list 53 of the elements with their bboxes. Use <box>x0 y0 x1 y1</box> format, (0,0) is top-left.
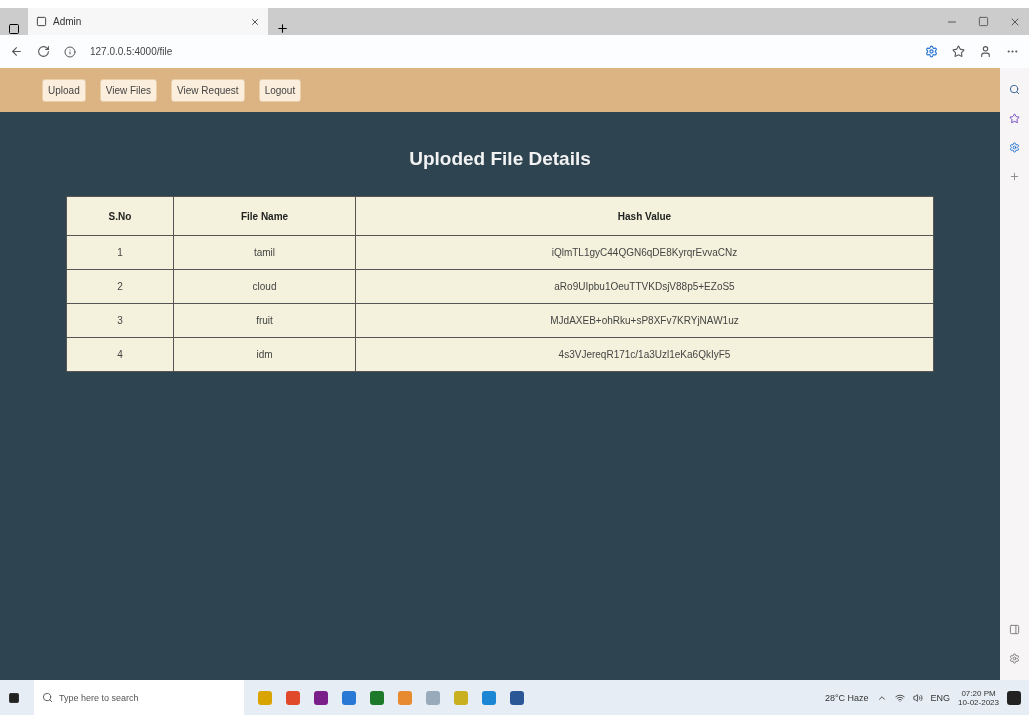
close-icon[interactable] <box>250 16 260 27</box>
browser-tab[interactable]: Admin <box>28 8 268 35</box>
clock-time[interactable]: 07:20 PM <box>961 688 996 698</box>
taskbar-search-field[interactable]: Type here to search <box>34 680 244 715</box>
nav-button[interactable]: Upload <box>42 78 86 102</box>
extension-icon[interactable] <box>925 45 938 58</box>
add-icon[interactable] <box>1009 171 1020 182</box>
wifi-icon[interactable] <box>894 692 905 703</box>
table-cell: 2 <box>66 269 174 304</box>
table-cell: iQlmTL1gyC44QGN6qDE8KyrqrEvvaCNz <box>355 235 934 270</box>
table-cell: fruit <box>173 303 356 338</box>
table-cell: 4 <box>66 337 174 372</box>
reload-icon[interactable] <box>37 45 50 58</box>
column-header: S.No <box>66 196 174 236</box>
info-icon[interactable] <box>64 45 76 58</box>
nav-button[interactable]: View Files <box>99 78 158 102</box>
table-cell: 3 <box>66 303 174 338</box>
profile-icon[interactable] <box>979 45 992 58</box>
volume-icon[interactable] <box>912 692 923 703</box>
address-field[interactable]: 127.0.0.5:4000/file <box>90 46 173 57</box>
table-cell: MJdAXEB+ohRku+sP8XFv7KRYjNAW1uz <box>355 303 934 338</box>
tab-actions-icon[interactable] <box>8 23 20 35</box>
table-cell: tamil <box>173 235 356 270</box>
settings-icon[interactable] <box>1009 653 1020 664</box>
page-icon <box>36 16 47 27</box>
table-cell: idm <box>173 337 356 372</box>
page-title: Uploded File Details <box>409 148 591 170</box>
back-icon[interactable] <box>10 45 23 58</box>
search-icon <box>42 692 53 703</box>
table-cell: 4s3VJereqR171c/1a3Uzl1eKa6QkIyF5 <box>355 337 934 372</box>
table-cell: cloud <box>173 269 356 304</box>
app-icon[interactable] <box>510 690 524 705</box>
nav-button[interactable]: View Request <box>171 78 245 102</box>
gear-icon[interactable] <box>1009 142 1020 153</box>
nav-button[interactable]: Logout <box>258 78 302 102</box>
clock-date[interactable]: 10-02-2023 <box>958 697 999 707</box>
column-header: File Name <box>173 196 356 236</box>
language-text[interactable]: ENG <box>930 692 951 703</box>
app-icon[interactable] <box>342 690 356 705</box>
app-icon[interactable] <box>286 690 300 705</box>
app-icon[interactable] <box>370 690 384 705</box>
sidebar-icon[interactable] <box>1009 624 1020 635</box>
column-header: Hash Value <box>355 196 934 236</box>
app-icon[interactable] <box>314 690 328 705</box>
table-cell: aRo9UIpbu1OeuTTVKDsjV88p5+EZoS5 <box>355 269 934 304</box>
search-icon[interactable] <box>1009 84 1020 95</box>
weather-text[interactable]: 28°C Haze <box>824 692 869 703</box>
app-icon[interactable] <box>482 690 496 705</box>
star-icon[interactable] <box>1009 113 1020 124</box>
favorite-icon[interactable] <box>952 45 965 58</box>
table-cell: 1 <box>66 235 174 270</box>
maximize-icon[interactable] <box>978 15 989 27</box>
new-tab-icon[interactable] <box>276 22 289 35</box>
